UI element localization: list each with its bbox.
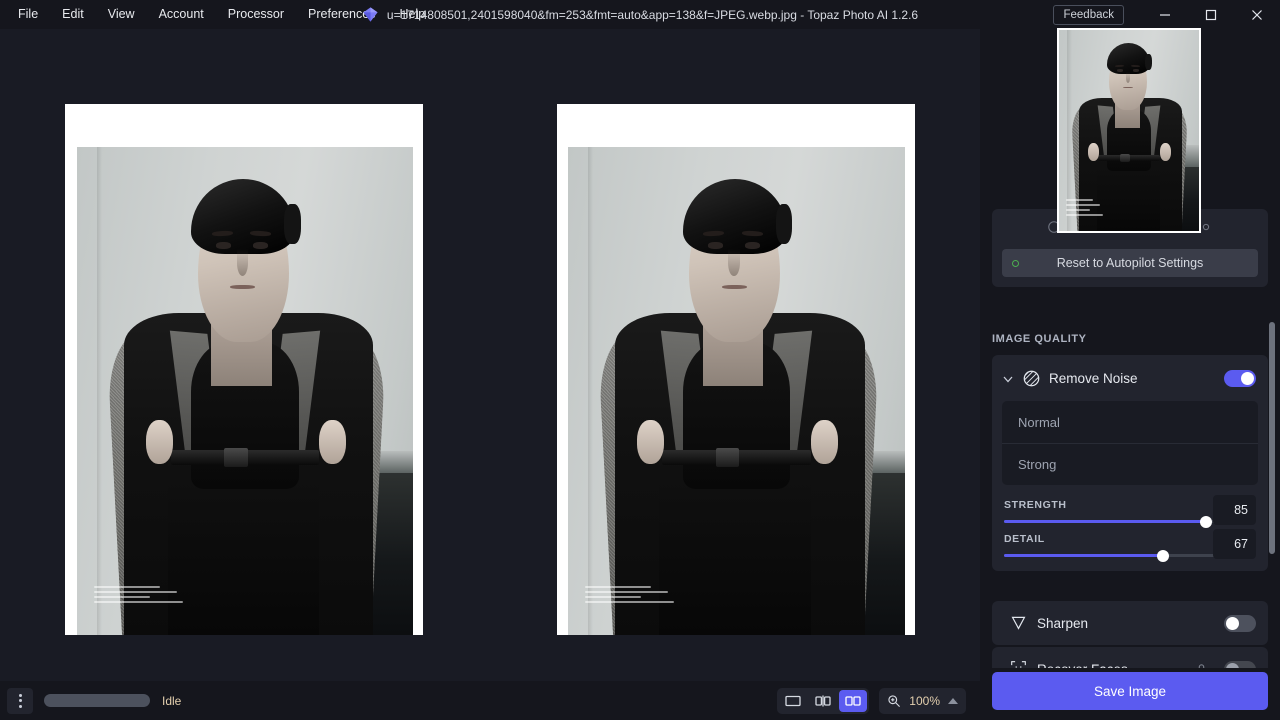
filter-card-sharpen: Sharpen — [992, 601, 1268, 645]
image-canvas[interactable] — [0, 29, 980, 681]
strength-slider-track[interactable] — [1004, 520, 1242, 523]
original-image — [77, 147, 413, 635]
menu-file[interactable]: File — [6, 2, 50, 27]
strength-value: 85 — [1234, 503, 1248, 517]
remove-noise-toggle[interactable] — [1224, 370, 1256, 387]
title-bar: File Edit View Account Processor Prefere… — [0, 0, 1280, 29]
remove-noise-header[interactable]: Remove Noise — [992, 355, 1268, 401]
green-dot-icon — [1012, 260, 1019, 267]
detail-slider-block: DETAIL 67 — [992, 527, 1268, 571]
reset-button-label: Reset to Autopilot Settings — [1057, 256, 1204, 270]
noise-circle-icon — [1022, 369, 1041, 388]
lock-icon — [1195, 663, 1208, 669]
recover-faces-header[interactable]: Recover Faces — [992, 647, 1268, 668]
zoom-control[interactable]: 100% — [879, 688, 966, 714]
filter-card-remove-noise: Remove Noise Normal Strong STRENGTH — [992, 355, 1268, 571]
autopilot-slider-icon-2 — [1199, 220, 1213, 234]
single-view-icon[interactable] — [779, 690, 807, 712]
detail-slider-track[interactable] — [1004, 554, 1242, 557]
chevron-down-icon[interactable] — [1002, 372, 1014, 384]
settings-panel-scrollbar[interactable] — [1269, 322, 1275, 554]
progress-bar — [44, 694, 150, 707]
remove-noise-mode-list: Normal Strong — [1002, 401, 1258, 485]
feedback-button[interactable]: Feedback — [1053, 5, 1124, 25]
minimize-icon[interactable] — [1142, 0, 1188, 29]
mode-option-normal[interactable]: Normal — [1002, 401, 1258, 443]
menu-bar: File Edit View Account Processor Prefere… — [0, 0, 437, 29]
remove-noise-label: Remove Noise — [1049, 371, 1216, 386]
sharpen-triangle-icon — [1010, 614, 1029, 633]
strength-slider-handle[interactable] — [1200, 516, 1212, 528]
magnifier-icon[interactable] — [887, 694, 901, 708]
sharpen-toggle[interactable] — [1224, 615, 1256, 632]
menu-edit[interactable]: Edit — [50, 2, 96, 27]
recover-faces-toggle[interactable] — [1224, 661, 1256, 669]
strength-value-box[interactable]: 85 — [1213, 495, 1256, 525]
status-text: Idle — [162, 694, 181, 708]
menu-help[interactable]: Help — [387, 2, 437, 27]
view-controls: 100% — [777, 688, 980, 714]
menu-preferences[interactable]: Preferences — [296, 2, 387, 27]
side-by-side-view-icon[interactable] — [839, 690, 867, 712]
menu-view[interactable]: View — [96, 2, 147, 27]
save-image-button[interactable]: Save Image — [992, 672, 1268, 710]
topaz-photo-ai-window: File Edit View Account Processor Prefere… — [0, 0, 1280, 720]
sharpen-header[interactable]: Sharpen — [992, 601, 1268, 645]
navigator-thumbnail[interactable] — [1057, 28, 1201, 233]
detail-value: 67 — [1234, 537, 1248, 551]
kebab-menu-icon[interactable] — [7, 688, 33, 714]
processed-image-panel[interactable] — [557, 104, 915, 635]
caret-up-icon[interactable] — [948, 698, 958, 704]
filter-card-recover-faces: Recover Faces — [992, 647, 1268, 668]
window-controls: Feedback — [1053, 0, 1280, 29]
strength-slider-block: STRENGTH 85 — [992, 493, 1268, 527]
status-bar: Idle 100% — [0, 681, 980, 720]
original-image-panel[interactable] — [65, 104, 423, 635]
maximize-icon[interactable] — [1188, 0, 1234, 29]
split-view-icon[interactable] — [809, 690, 837, 712]
menu-account[interactable]: Account — [147, 2, 216, 27]
zoom-level-value: 100% — [909, 694, 940, 708]
reset-to-autopilot-button[interactable]: Reset to Autopilot Settings — [1002, 249, 1258, 277]
image-quality-section-title: IMAGE QUALITY — [992, 333, 1087, 345]
page-title: u=1714808501,2401598040&fm=253&fmt=auto&… — [387, 8, 918, 22]
detail-slider-handle[interactable] — [1157, 550, 1169, 562]
close-icon[interactable] — [1234, 0, 1280, 29]
mode-option-strong[interactable]: Strong — [1002, 443, 1258, 485]
detail-value-box[interactable]: 67 — [1213, 529, 1256, 559]
face-frame-icon — [1010, 660, 1029, 669]
view-mode-group — [777, 688, 869, 714]
processed-image — [568, 147, 905, 635]
recover-faces-label: Recover Faces — [1037, 662, 1187, 669]
sharpen-label: Sharpen — [1037, 616, 1216, 631]
menu-processor[interactable]: Processor — [216, 2, 296, 27]
